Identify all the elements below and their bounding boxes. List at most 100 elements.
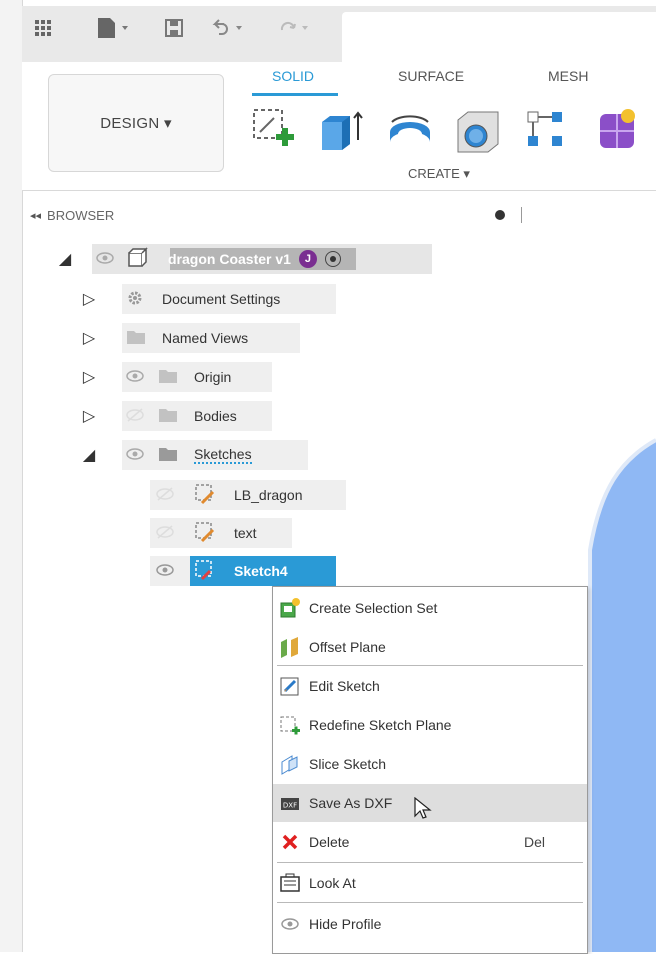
- collapse-triangle-icon[interactable]: ◢: [80, 445, 98, 465]
- look-at-icon: [279, 872, 301, 894]
- sketch-icon: [194, 559, 216, 584]
- menu-edit-sketch[interactable]: Edit Sketch: [273, 667, 587, 705]
- browser-header: ◂◂ BROWSER: [30, 200, 522, 230]
- create-menu-label[interactable]: CREATE ▾: [408, 166, 470, 182]
- create-sketch-icon[interactable]: [248, 104, 300, 156]
- menu-item-label: Redefine Sketch Plane: [309, 717, 452, 733]
- tree-sketch-lb-dragon[interactable]: LB_dragon: [156, 480, 303, 510]
- eye-hidden-icon[interactable]: [156, 486, 174, 504]
- eye-icon[interactable]: [126, 447, 144, 463]
- menu-separator: [277, 902, 583, 903]
- menu-shortcut: Del: [523, 834, 545, 850]
- delete-icon: [279, 831, 301, 853]
- tab-surface[interactable]: SURFACE: [398, 68, 464, 84]
- edit-sketch-icon: [279, 675, 301, 697]
- tree-sketch-sketch4[interactable]: Sketch4: [156, 556, 288, 586]
- sketch-icon: [194, 483, 216, 508]
- tree-node-bodies[interactable]: ▷ Bodies: [80, 401, 237, 431]
- menu-create-selection-set[interactable]: Create Selection Set: [273, 589, 587, 627]
- eye-icon: [279, 913, 301, 935]
- offset-plane-icon: [279, 636, 301, 658]
- gear-icon: [126, 289, 144, 310]
- pattern-icon[interactable]: [520, 104, 572, 156]
- menu-separator: [277, 665, 583, 666]
- selection-set-icon: [279, 597, 301, 619]
- extrude-icon[interactable]: [316, 104, 368, 156]
- tree-node-origin[interactable]: ▷ Origin: [80, 362, 232, 392]
- eye-icon[interactable]: [156, 563, 174, 579]
- tree-root[interactable]: ◢ dragon Coaster v1 J: [56, 244, 456, 274]
- expand-triangle-icon[interactable]: ▷: [80, 289, 98, 309]
- browser-pin-icon[interactable]: [495, 210, 505, 220]
- root-component-name: dragon Coaster v1: [168, 251, 291, 267]
- menu-item-label: Create Selection Set: [309, 600, 438, 616]
- expand-triangle-icon[interactable]: ▷: [80, 367, 98, 387]
- tab-solid[interactable]: SOLID: [272, 68, 314, 84]
- sketch-label: text: [234, 525, 257, 541]
- tree-node-named-views[interactable]: ▷ Named Views: [80, 323, 248, 353]
- collapse-browser-icon[interactable]: ◂◂: [30, 209, 41, 222]
- tree-node-sketches[interactable]: ◢ Sketches: [80, 440, 252, 470]
- tree-sketch-text[interactable]: text: [156, 518, 257, 548]
- eye-icon[interactable]: [126, 369, 144, 385]
- menu-slice-sketch[interactable]: Slice Sketch: [273, 745, 587, 783]
- slice-sketch-icon: [279, 753, 301, 775]
- eye-icon[interactable]: [96, 251, 114, 267]
- menu-item-label: Hide Profile: [309, 916, 382, 932]
- menu-redefine-sketch-plane[interactable]: Redefine Sketch Plane: [273, 706, 587, 744]
- activate-radio-icon[interactable]: [324, 251, 341, 267]
- folder-icon: [126, 329, 146, 348]
- menu-look-at[interactable]: Look At: [273, 864, 587, 902]
- cursor-icon: [414, 796, 432, 824]
- tree-node-document-settings[interactable]: ▷ Document Settings: [80, 284, 280, 314]
- grid-icon[interactable]: [34, 14, 52, 42]
- new-component-icon[interactable]: [594, 104, 656, 156]
- browser-resize-handle[interactable]: [521, 207, 522, 223]
- tree-node-label: Origin: [194, 369, 232, 385]
- tree-node-label: Sketches: [194, 446, 252, 464]
- menu-offset-plane[interactable]: Offset Plane: [273, 628, 587, 666]
- eye-hidden-icon[interactable]: [156, 524, 174, 542]
- save-icon[interactable]: [164, 14, 184, 42]
- menu-hide-profile[interactable]: Hide Profile: [273, 905, 587, 943]
- expand-triangle-icon[interactable]: ▷: [80, 406, 98, 426]
- hole-icon[interactable]: [452, 104, 504, 156]
- active-tab-indicator: [252, 93, 338, 96]
- menu-item-label: Slice Sketch: [309, 756, 387, 772]
- sketch-icon: [194, 521, 216, 546]
- canvas-tab-area: [342, 12, 656, 62]
- design-workspace-button[interactable]: DESIGN ▾: [48, 74, 224, 172]
- expand-triangle-icon[interactable]: ▷: [80, 328, 98, 348]
- folder-icon: [158, 368, 178, 387]
- revolve-icon[interactable]: [384, 104, 436, 156]
- tree-node-label: Document Settings: [162, 291, 281, 307]
- sketch-label: Sketch4: [234, 563, 288, 579]
- menu-item-label: Edit Sketch: [309, 678, 380, 694]
- collapse-triangle-icon[interactable]: ◢: [56, 249, 74, 269]
- menu-separator: [277, 862, 583, 863]
- component-icon: [126, 246, 148, 272]
- menu-delete[interactable]: Delete Del: [273, 823, 587, 861]
- menu-item-label: Look At: [309, 875, 356, 891]
- menu-item-label: Save As DXF: [309, 795, 393, 811]
- menu-item-label: Delete: [309, 834, 350, 850]
- menu-save-as-dxf[interactable]: DXF Save As DXF: [273, 784, 587, 822]
- tree-node-label: Bodies: [194, 408, 237, 424]
- eye-hidden-icon[interactable]: [126, 407, 144, 425]
- redo-icon[interactable]: [276, 14, 316, 42]
- menu-item-label: Offset Plane: [309, 639, 386, 655]
- folder-icon: [158, 446, 178, 465]
- sketch-label: LB_dragon: [234, 487, 303, 503]
- tree-node-label: Named Views: [162, 330, 249, 346]
- user-badge: J: [298, 250, 317, 268]
- svg-text:DXF: DXF: [283, 802, 297, 810]
- context-menu: Create Selection Set Offset Plane Edit S…: [272, 586, 588, 954]
- tab-mesh[interactable]: MESH: [548, 68, 588, 84]
- folder-icon: [158, 407, 178, 426]
- left-edge: [0, 0, 23, 952]
- file-icon[interactable]: [96, 14, 130, 42]
- undo-icon[interactable]: [210, 14, 250, 42]
- redefine-plane-icon: [279, 714, 301, 736]
- dxf-icon: DXF: [279, 792, 301, 814]
- browser-title: BROWSER: [47, 207, 115, 223]
